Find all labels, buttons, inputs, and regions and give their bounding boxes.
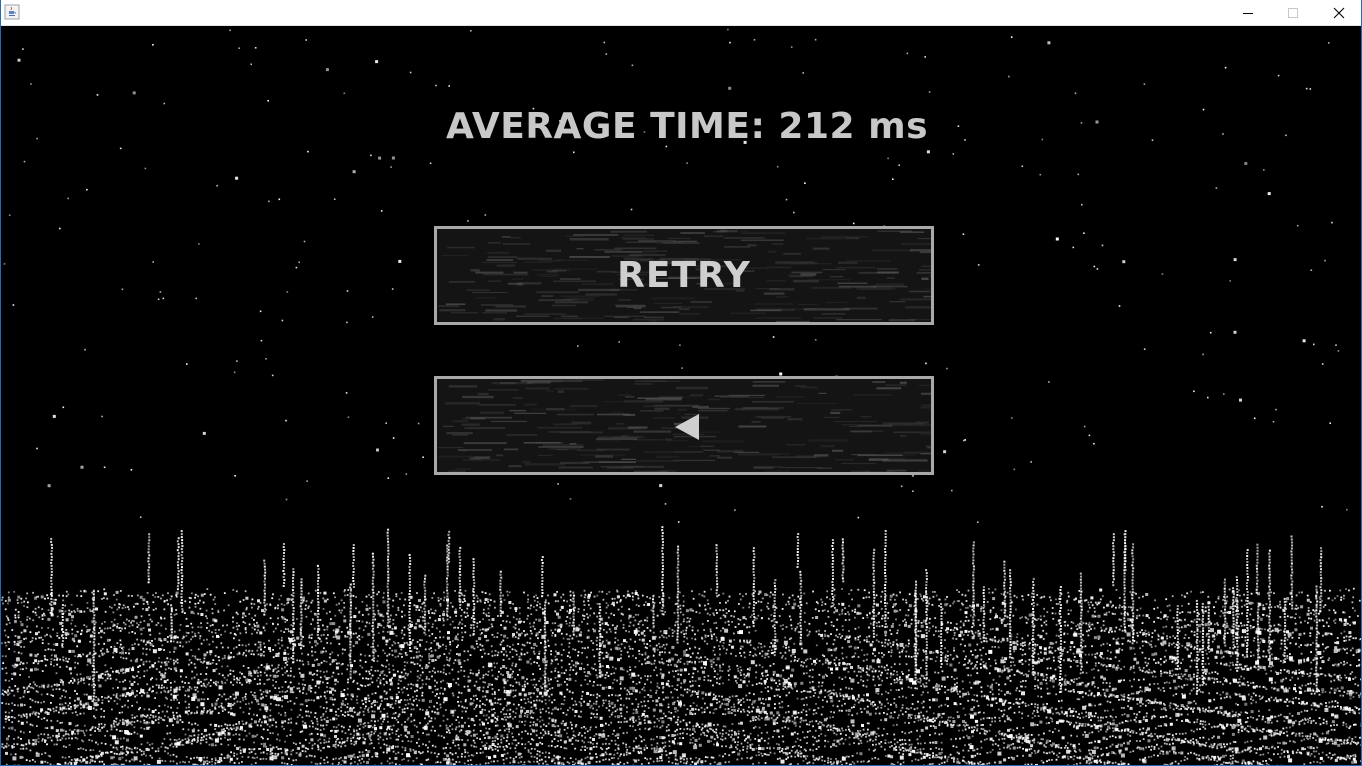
game-window: AVERAGE TIME: 212 ms RETRY [0,0,1362,766]
title-bar [0,0,1362,26]
back-button[interactable] [434,376,934,475]
maximize-button[interactable] [1270,0,1316,26]
minimize-icon [1243,13,1253,14]
game-canvas: AVERAGE TIME: 212 ms RETRY [1,26,1361,765]
java-cup-icon [4,4,20,20]
close-button[interactable] [1316,0,1362,26]
left-triangle-icon [675,414,699,440]
average-time-text: AVERAGE TIME: 212 ms [445,106,929,147]
retry-button[interactable]: RETRY [434,226,934,325]
close-icon [1333,7,1345,19]
retry-label: RETRY [617,255,751,296]
maximize-icon [1288,8,1298,18]
minimize-button[interactable] [1225,0,1271,26]
